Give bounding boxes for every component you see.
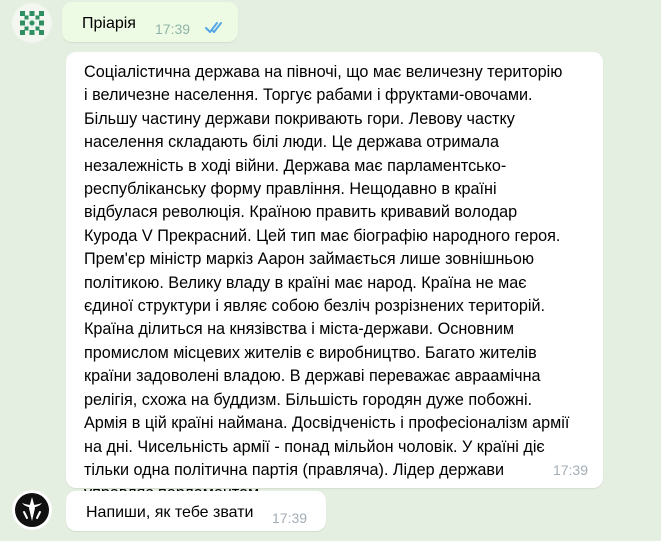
incoming-message-bubble[interactable]: Напиши, як тебе звати 17:39 <box>66 491 326 531</box>
black-sword-avatar-icon <box>12 490 52 530</box>
read-check-icon <box>205 21 227 40</box>
message-text: Соціалістична держава на півночі, що має… <box>84 63 570 502</box>
contact-avatar[interactable] <box>12 490 52 530</box>
message-time: 17:39 <box>155 21 191 37</box>
green-pattern-avatar-icon <box>12 3 52 43</box>
message-time: 17:39 <box>272 510 308 526</box>
outgoing-message-bubble[interactable]: Пріарія 17:39 <box>62 2 238 42</box>
message-time: 17:39 <box>552 462 588 478</box>
message-text: Пріарія <box>82 15 136 32</box>
message-text: Напиши, як тебе звати <box>86 504 254 521</box>
user-avatar[interactable] <box>12 3 52 43</box>
incoming-message-bubble[interactable]: Соціалістична держава на півночі, що має… <box>66 52 603 502</box>
